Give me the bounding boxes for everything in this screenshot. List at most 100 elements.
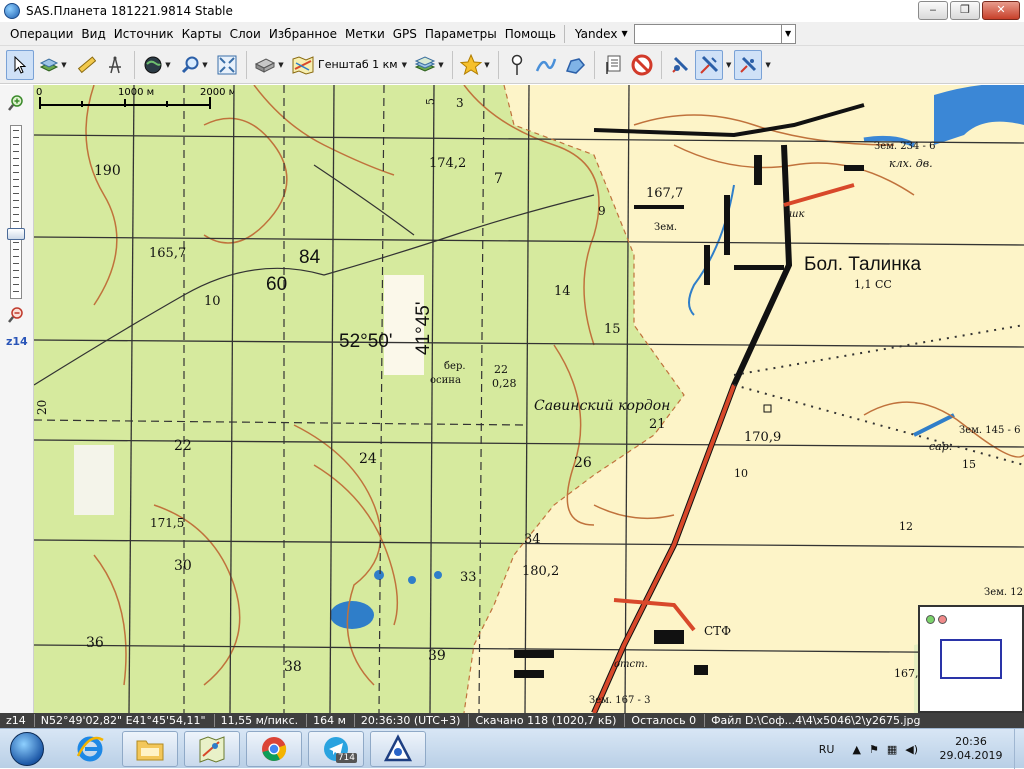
minimize-button[interactable]: ‒ [918, 1, 948, 20]
zoom-out-icon[interactable] [8, 307, 24, 323]
map-label: 12 [899, 520, 913, 533]
map-label: СТФ [704, 624, 731, 638]
volume-icon[interactable]: ◀) [905, 743, 918, 756]
menu-marks[interactable]: Метки [341, 23, 389, 45]
overview-viewport-frame[interactable] [940, 639, 1002, 679]
map-label: 15 [962, 458, 976, 471]
taskbar-explorer[interactable] [122, 731, 178, 767]
magnifier-icon [182, 56, 199, 73]
menu-favorites[interactable]: Избранное [265, 23, 341, 45]
chevron-down-icon[interactable]: ▼ [484, 61, 489, 69]
overview-zoom-out-icon[interactable] [938, 615, 947, 624]
language-indicator[interactable]: RU [819, 743, 835, 756]
map-label: 33 [460, 570, 477, 585]
map-type-button[interactable]: ▼ [139, 50, 175, 80]
secondary-road [783, 183, 855, 207]
favorites-button[interactable]: ▼ [457, 50, 493, 80]
taskbar-sasplanet[interactable] [184, 731, 240, 767]
menu-layers[interactable]: Слои [226, 23, 265, 45]
clock[interactable]: 20:36 29.04.2019 [936, 735, 1006, 763]
tray-expand-icon[interactable]: ▲ [852, 743, 860, 756]
menu-settings[interactable]: Параметры [421, 23, 501, 45]
zoom-slider-thumb[interactable] [7, 228, 25, 240]
map-label: 20 [35, 400, 49, 415]
marks-manager-button[interactable] [599, 50, 627, 80]
map-label: 14 [554, 284, 571, 299]
title-bar: SAS.Планета 181221.9814 Stable ‒ ❐ ✕ [0, 0, 1024, 22]
status-bar: z14 N52°49'02,82" E41°45'54,11" 11,55 м/… [0, 713, 1024, 728]
menu-source[interactable]: Источник [110, 23, 178, 45]
pointer-tool-button[interactable] [6, 49, 34, 80]
chevron-down-icon[interactable]: ▼ [202, 61, 207, 69]
gps-center-button[interactable] [734, 49, 763, 80]
zoom-slider[interactable] [10, 125, 22, 299]
close-button[interactable]: ✕ [982, 1, 1020, 20]
start-button[interactable] [3, 730, 51, 768]
show-desktop-button[interactable] [1014, 729, 1024, 769]
chevron-down-icon[interactable]: ▼ [278, 61, 283, 69]
pin-icon [511, 54, 523, 75]
network-icon[interactable]: ▦ [887, 743, 897, 756]
menu-help[interactable]: Помощь [501, 23, 560, 45]
map-source-button[interactable]: Генштаб 1 км ▼ [288, 50, 411, 80]
zoom-in-icon[interactable] [8, 95, 24, 111]
overview-map[interactable] [918, 605, 1024, 713]
map-label: Зем. 145 - 6 [959, 425, 1020, 436]
search-dropdown-button[interactable]: ▼ [781, 23, 796, 44]
add-placemark-button[interactable] [503, 50, 531, 80]
taskbar-ie[interactable] [62, 731, 118, 767]
gps-connect-button[interactable] [666, 50, 694, 80]
taskbar-app[interactable] [370, 731, 426, 767]
road [593, 103, 865, 138]
clearing [74, 445, 114, 515]
overview-controls [926, 615, 947, 624]
add-path-button[interactable] [532, 50, 560, 80]
fullscreen-button[interactable] [213, 50, 241, 80]
menu-maps[interactable]: Карты [178, 23, 226, 45]
hide-marks-button[interactable] [628, 50, 656, 80]
gps-track-button[interactable] [695, 49, 723, 80]
map-label: 39 [428, 648, 446, 664]
selection-tool-button[interactable]: ▼ [35, 50, 71, 80]
chevron-down-icon[interactable]: ▼ [621, 29, 627, 38]
flag-icon[interactable]: ⚑ [869, 743, 879, 756]
menu-gps[interactable]: GPS [389, 23, 421, 45]
maximize-button[interactable]: ❐ [950, 1, 980, 20]
add-polygon-button[interactable] [561, 50, 589, 80]
taskbar-telegram[interactable]: 714 [308, 731, 364, 767]
chevron-down-icon[interactable]: ▼ [438, 61, 443, 69]
map-label: отст. [614, 659, 648, 670]
map-label: Зем. 234 - 6 [874, 141, 935, 152]
map-label: 10 [204, 294, 221, 309]
map-label: Зем. 12 [984, 587, 1023, 598]
sas-planet-icon [199, 736, 225, 763]
map-view[interactable]: 190 174,2 7 167,7 Зем. Бол. Талинка 1,1 … [34, 85, 1024, 713]
map-label: 30 [174, 558, 192, 574]
power-line [733, 324, 1024, 376]
map-label: 38 [284, 659, 302, 675]
chevron-down-icon[interactable]: ▼ [402, 61, 407, 69]
zoom-tool-button[interactable]: ▼ [176, 50, 212, 80]
menu-view[interactable]: Вид [77, 23, 109, 45]
download-mode-button[interactable]: ▼ [251, 50, 287, 80]
chevron-down-icon[interactable]: ▼ [61, 61, 66, 69]
map-label: 3 [456, 96, 464, 110]
map-label: 41°45' [413, 302, 434, 356]
chevron-down-icon[interactable]: ▼ [765, 61, 770, 69]
menu-separator [563, 24, 565, 43]
topographic-map[interactable]: 190 174,2 7 167,7 Зем. Бол. Талинка 1,1 … [34, 85, 1024, 713]
search-provider-select[interactable]: Yandex [571, 27, 622, 41]
map-label: клх. дв. [889, 157, 933, 170]
overview-zoom-in-icon[interactable] [926, 615, 935, 624]
menu-operations[interactable]: Операции [6, 23, 77, 45]
chevron-down-icon[interactable]: ▼ [165, 61, 170, 69]
clock-time: 20:36 [955, 735, 987, 748]
taskbar-chrome[interactable] [246, 731, 302, 767]
layers-button[interactable]: ▼ [411, 50, 447, 80]
ruler-tool-button[interactable] [72, 50, 100, 80]
stream [913, 413, 955, 437]
river [934, 85, 1024, 145]
search-input[interactable] [633, 23, 782, 44]
chevron-down-icon[interactable]: ▼ [726, 61, 731, 69]
compass-tool-button[interactable] [101, 50, 129, 80]
